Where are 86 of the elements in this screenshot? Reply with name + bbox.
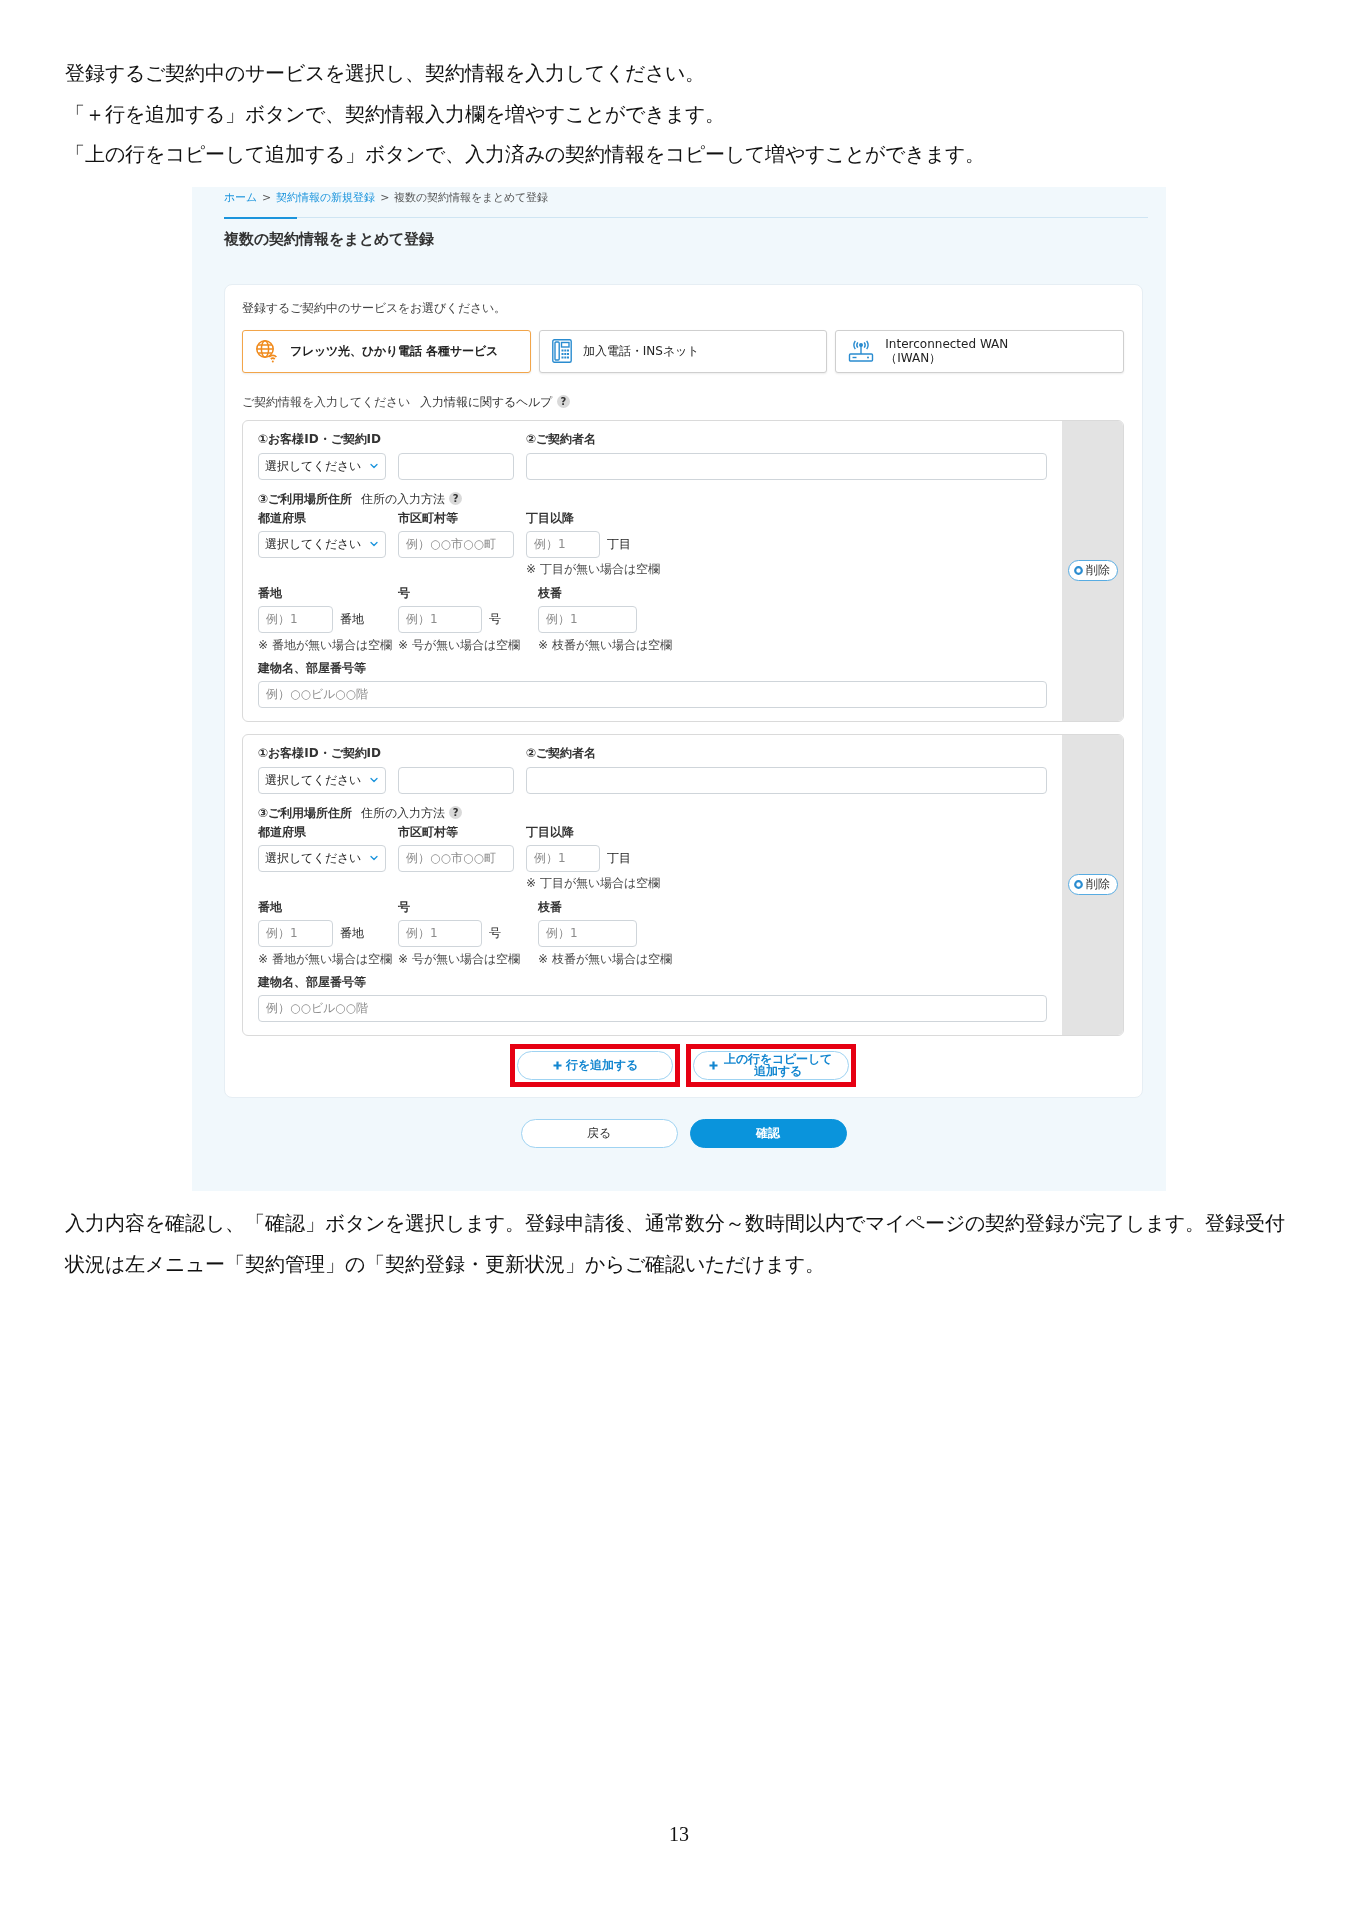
section-heading: ③ご利用場所住所 xyxy=(258,490,353,507)
address-help-link[interactable]: 住所の入力方法 xyxy=(361,804,446,821)
unit-label: 号 xyxy=(489,611,501,627)
field-label: ①お客様ID・ご契約ID xyxy=(258,744,381,761)
hint-text: ※ 号が無い場合は空欄 xyxy=(398,951,520,966)
hint-text: ※ 丁目が無い場合は空欄 xyxy=(526,561,660,576)
hint-text: ※ 枝番が無い場合は空欄 xyxy=(538,637,672,652)
prompt-text: ご契約情報を入力してください xyxy=(242,393,410,410)
field-label: 枝番 xyxy=(538,898,562,915)
input-field[interactable]: 例）○○市○○町 xyxy=(398,530,514,558)
delete-button[interactable]: 削除 xyxy=(1067,560,1118,581)
instruction-text: 「＋行を追加する」ボタンで、契約情報入力欄を増やすことができます。 xyxy=(65,100,725,128)
instruction-text: 登録するご契約中のサービスを選択し、契約情報を入力してください。 xyxy=(65,60,705,87)
input-field[interactable]: 例）1 xyxy=(258,919,333,947)
desk-phone-icon xyxy=(551,339,572,363)
field-label: 号 xyxy=(398,584,410,601)
field-label: 号 xyxy=(398,898,410,915)
select-field[interactable]: 選択してください xyxy=(258,452,386,480)
service-option[interactable]: フレッツ光、ひかり電話 各種サービス xyxy=(242,329,531,373)
input-field[interactable]: 例）1 xyxy=(526,530,600,558)
field-label: 丁目以降 xyxy=(526,509,574,526)
delete-button[interactable]: 削除 xyxy=(1067,874,1118,895)
hint-text: ※ 丁目が無い場合は空欄 xyxy=(526,875,660,890)
field-label: 建物名、部屋番号等 xyxy=(258,973,366,990)
ring-icon xyxy=(1073,880,1083,889)
field-label: 市区町村等 xyxy=(398,509,458,526)
service-option[interactable]: Interconnected WAN （IWAN） xyxy=(835,329,1124,373)
select-field[interactable]: 選択してください xyxy=(258,766,386,794)
field-label: 丁目以降 xyxy=(526,823,574,840)
field-label: 市区町村等 xyxy=(398,823,458,840)
field-label: 番地 xyxy=(258,584,282,601)
ring-icon xyxy=(1073,566,1083,575)
copy-row-button[interactable]: 上の行をコピーして追加する xyxy=(693,1050,849,1080)
breadcrumb-current: 複数の契約情報をまとめて登録 xyxy=(394,189,549,205)
field-label: 建物名、部屋番号等 xyxy=(258,659,366,676)
field-label: 枝番 xyxy=(538,584,562,601)
globe-wifi-icon xyxy=(255,339,279,363)
breadcrumb-separator: > xyxy=(262,189,272,205)
prompt-text: 登録するご契約中のサービスをお選びください。 xyxy=(242,299,506,316)
hint-text: ※ 号が無い場合は空欄 xyxy=(398,637,520,652)
section-heading: ③ご利用場所住所 xyxy=(258,804,353,821)
input-field[interactable]: 例）1 xyxy=(538,605,637,633)
input-field[interactable]: 例）1 xyxy=(526,844,600,872)
add-row-button[interactable]: 行を追加する xyxy=(517,1050,673,1080)
service-option[interactable]: 加入電話・INSネット xyxy=(538,329,828,373)
plus-icon xyxy=(708,1060,718,1070)
input-field[interactable]: 例）○○ビル○○階 xyxy=(258,680,1047,708)
back-button[interactable]: 戻る xyxy=(520,1118,678,1148)
page-title: 複数の契約情報をまとめて登録 xyxy=(224,228,434,249)
hint-text: ※ 枝番が無い場合は空欄 xyxy=(538,951,672,966)
field-label: ②ご契約者名 xyxy=(526,744,597,761)
input-field[interactable]: 例）1 xyxy=(258,605,333,633)
unit-label: 号 xyxy=(489,925,501,941)
field-label: 番地 xyxy=(258,898,282,915)
help-icon[interactable]: ? xyxy=(449,492,463,505)
input-field[interactable] xyxy=(526,452,1047,480)
input-field[interactable]: 例）1 xyxy=(398,605,482,633)
input-field[interactable]: 例）1 xyxy=(398,919,482,947)
field-label: 都道府県 xyxy=(258,823,306,840)
input-field[interactable] xyxy=(526,766,1047,794)
input-field[interactable] xyxy=(398,766,514,794)
select-field[interactable]: 選択してください xyxy=(258,844,386,872)
instruction-text: 「上の行をコピーして追加する」ボタンで、入力済みの契約情報をコピーして増やすことができます。 xyxy=(65,141,985,168)
breadcrumb-separator: > xyxy=(380,189,390,205)
plus-icon xyxy=(552,1060,562,1070)
unit-label: 番地 xyxy=(340,925,364,941)
help-link[interactable]: 入力情報に関するヘルプ xyxy=(420,393,552,410)
help-icon[interactable]: ? xyxy=(557,395,570,408)
help-icon[interactable]: ? xyxy=(449,806,463,819)
closing-text: 入力内容を確認し、「確認」ボタンを選択します。登録申請後、通常数分～数時間以内でマイページの契約登録が完了します。登録受付状況は左メニュー「契約管理」の「契約登録・更新状況」からご確認いただけます。 xyxy=(65,1209,1286,1278)
field-label: ②ご契約者名 xyxy=(526,430,597,447)
input-field[interactable]: 例）○○市○○町 xyxy=(398,844,514,872)
field-label: 都道府県 xyxy=(258,509,306,526)
input-field[interactable]: 例）○○ビル○○階 xyxy=(258,994,1047,1022)
unit-label: 丁目 xyxy=(607,536,631,552)
input-field[interactable]: 例）1 xyxy=(538,919,637,947)
unit-label: 丁目 xyxy=(607,850,631,866)
hint-text: ※ 番地が無い場合は空欄 xyxy=(258,951,392,966)
select-field[interactable]: 選択してください xyxy=(258,530,386,558)
field-label: ①お客様ID・ご契約ID xyxy=(258,430,381,447)
hint-text: ※ 番地が無い場合は空欄 xyxy=(258,637,392,652)
input-field[interactable] xyxy=(398,452,514,480)
address-help-link[interactable]: 住所の入力方法 xyxy=(361,490,446,507)
unit-label: 番地 xyxy=(340,611,364,627)
router-icon xyxy=(848,340,875,362)
page-number: 13 xyxy=(669,1822,689,1846)
